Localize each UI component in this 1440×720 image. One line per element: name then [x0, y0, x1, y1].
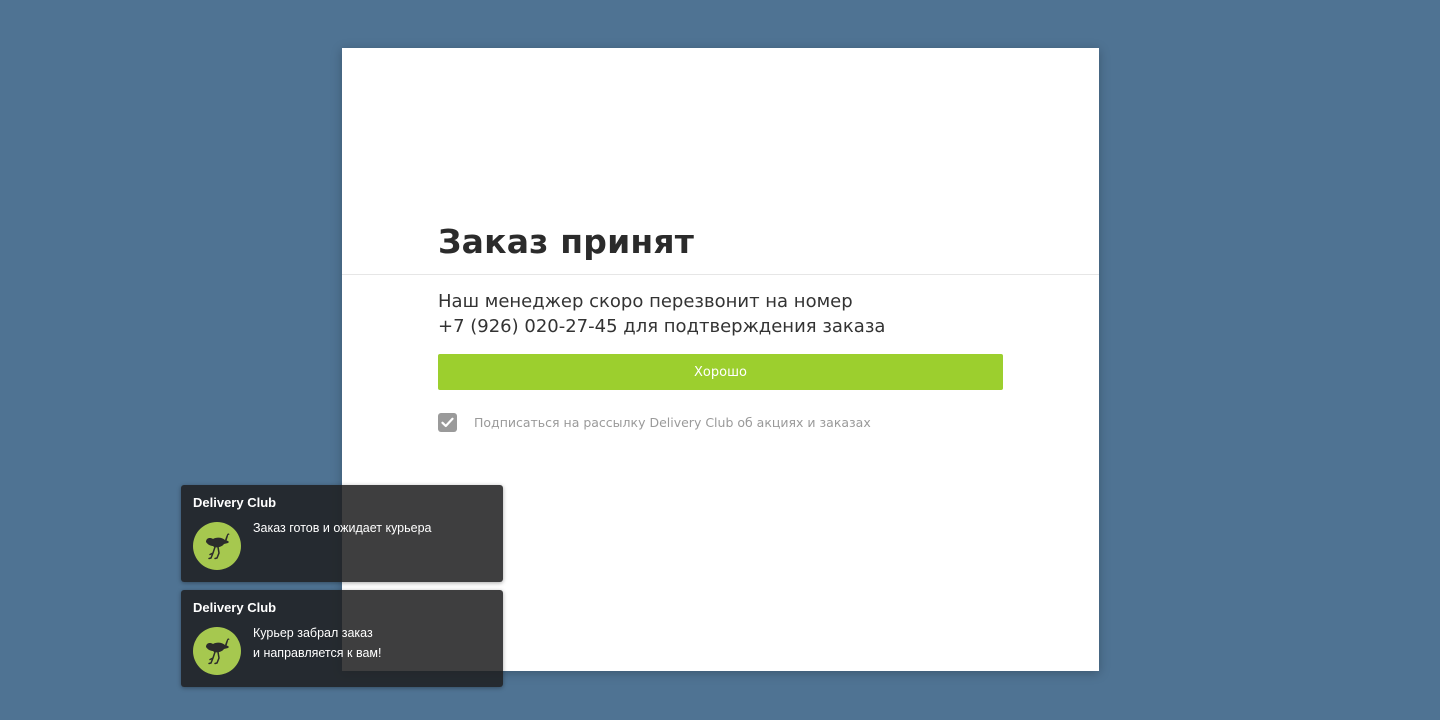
subscribe-checkbox[interactable] — [438, 412, 457, 432]
notification-courier-picked-up[interactable]: Delivery Club Курьер забрал заказ и напр… — [181, 590, 503, 687]
subscribe-checkbox-row[interactable]: Подписаться на рассылку Delivery Club об… — [438, 412, 871, 432]
notification-line-1: Заказ готов и ожидает курьера — [253, 521, 432, 535]
message-line-1: Наш менеджер скоро перезвонит на номер — [438, 291, 853, 312]
notification-text: Курьер забрал заказ и направляется к вам… — [253, 623, 381, 663]
subscribe-label: Подписаться на рассылку Delivery Club об… — [474, 414, 871, 430]
notification-line-1: Курьер забрал заказ — [253, 626, 373, 640]
confirmation-message: Наш менеджер скоро перезвонит на номер +… — [438, 289, 1038, 339]
notification-text: Заказ готов и ожидает курьера — [253, 518, 432, 538]
divider — [342, 274, 1099, 275]
ostrich-icon — [193, 522, 241, 570]
ok-button[interactable]: Хорошо — [438, 354, 1003, 390]
notification-line-2: и направляется к вам! — [253, 646, 382, 660]
message-line-2: +7 (926) 020-27-45 для подтверждения зак… — [438, 316, 886, 337]
ostrich-icon — [193, 627, 241, 675]
notification-order-ready[interactable]: Delivery Club Заказ готов и ожидает курь… — [181, 485, 503, 582]
checkmark-icon — [441, 417, 454, 427]
dialog-title: Заказ принят — [438, 222, 695, 261]
notification-title: Delivery Club — [193, 600, 277, 615]
notification-title: Delivery Club — [193, 495, 277, 510]
